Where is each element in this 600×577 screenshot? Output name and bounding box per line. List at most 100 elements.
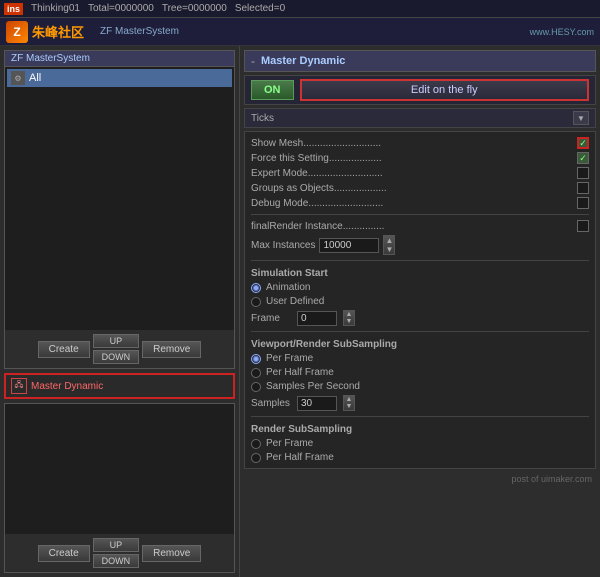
master-system-header: ZF MasterSystem bbox=[5, 51, 234, 67]
final-render-label: finalRender Instance............... bbox=[251, 221, 577, 232]
samples-per-second-radio-row: Samples Per Second bbox=[251, 380, 589, 393]
samples-per-second-radio[interactable] bbox=[251, 382, 261, 392]
expert-mode-row: Expert Mode........................... bbox=[251, 166, 589, 180]
total-label: Total=0000000 bbox=[88, 3, 154, 14]
expert-mode-checkbox[interactable] bbox=[577, 167, 589, 179]
groups-objects-checkbox[interactable] bbox=[577, 182, 589, 194]
frame-spinner[interactable]: ▲▼ bbox=[343, 310, 355, 326]
samples-row: Samples ▲▼ bbox=[251, 394, 589, 412]
samples-per-second-radio-label: Samples Per Second bbox=[266, 381, 360, 392]
per-frame-render-radio-row: Per Frame bbox=[251, 437, 589, 450]
down-button-bottom[interactable]: DOWN bbox=[93, 554, 140, 568]
community-bar: Z 朱峰社区 ZF MasterSystem www.HESY.com bbox=[0, 18, 600, 46]
ticks-label: Ticks bbox=[251, 113, 274, 124]
groups-objects-label: Groups as Objects................... bbox=[251, 183, 577, 194]
selected-item-icon: 🖧 bbox=[11, 378, 27, 394]
animation-radio-row: Animation bbox=[251, 281, 589, 294]
frame-label: Frame bbox=[251, 313, 291, 324]
right-panel-header: - Master Dynamic bbox=[244, 50, 596, 72]
debug-mode-label: Debug Mode........................... bbox=[251, 198, 577, 209]
per-frame-radio[interactable] bbox=[251, 354, 261, 364]
updown-stacked-bottom: UP DOWN bbox=[93, 538, 140, 568]
remove-button-top[interactable]: Remove bbox=[142, 341, 201, 358]
render-subsample-heading: Render SubSampling bbox=[251, 421, 589, 436]
remove-button-bottom[interactable]: Remove bbox=[142, 545, 201, 562]
expert-mode-label: Expert Mode........................... bbox=[251, 168, 577, 179]
community-site: www.HESY.com bbox=[530, 27, 594, 37]
community-name: 朱峰社区 bbox=[32, 22, 84, 41]
divider-1 bbox=[251, 214, 589, 215]
on-button[interactable]: ON bbox=[251, 80, 294, 100]
force-setting-row: Force this Setting................... bbox=[251, 151, 589, 165]
divider-2 bbox=[251, 260, 589, 261]
show-mesh-label: Show Mesh............................ bbox=[251, 138, 577, 149]
community-link-1[interactable]: ZF MasterSystem bbox=[100, 26, 179, 37]
max-instances-row: Max Instances ▲▼ bbox=[251, 234, 589, 256]
per-frame-radio-row: Per Frame bbox=[251, 352, 589, 365]
per-half-frame-render-radio-row: Per Half Frame bbox=[251, 451, 589, 464]
show-mesh-checkbox[interactable] bbox=[577, 137, 589, 149]
app-logo: ins bbox=[4, 3, 23, 15]
force-setting-checkbox[interactable] bbox=[577, 152, 589, 164]
master-system-title: ZF MasterSystem bbox=[11, 53, 90, 64]
per-half-frame-radio-label: Per Half Frame bbox=[266, 367, 334, 378]
per-half-frame-radio-row: Per Half Frame bbox=[251, 366, 589, 379]
edit-fly-button[interactable]: Edit on the fly bbox=[300, 79, 590, 101]
down-button-top[interactable]: DOWN bbox=[93, 350, 140, 364]
user-defined-radio[interactable] bbox=[251, 297, 261, 307]
max-instances-label: Max Instances bbox=[251, 240, 315, 251]
create-button-top[interactable]: Create bbox=[38, 341, 90, 358]
samples-spinner[interactable]: ▲▼ bbox=[343, 395, 355, 411]
user-defined-radio-row: User Defined bbox=[251, 295, 589, 308]
collapse-button[interactable]: - bbox=[251, 54, 255, 68]
left-panel: ZF MasterSystem ⚙ All Create UP DOWN Rem… bbox=[0, 46, 240, 577]
per-half-frame-render-radio[interactable] bbox=[251, 453, 261, 463]
top-button-row: Create UP DOWN Remove bbox=[5, 330, 234, 368]
show-mesh-row: Show Mesh............................ bbox=[251, 136, 589, 150]
selected-item-panel: 🖧 Master Dynamic bbox=[4, 373, 235, 399]
per-frame-render-radio-label: Per Frame bbox=[266, 438, 313, 449]
animation-radio-label: Animation bbox=[266, 282, 310, 293]
ticks-dropdown[interactable]: ▼ bbox=[573, 111, 589, 125]
per-frame-render-radio[interactable] bbox=[251, 439, 261, 449]
force-setting-label: Force this Setting................... bbox=[251, 153, 577, 164]
simulation-start-heading: Simulation Start bbox=[251, 265, 589, 280]
max-instances-input[interactable] bbox=[319, 238, 379, 253]
tree-item-all[interactable]: ⚙ All bbox=[7, 69, 232, 87]
final-render-checkbox[interactable] bbox=[577, 220, 589, 232]
bottom-button-row: Create UP DOWN Remove bbox=[5, 534, 234, 572]
on-fly-row: ON Edit on the fly bbox=[244, 75, 596, 105]
right-panel-title: Master Dynamic bbox=[261, 55, 345, 67]
main-layout: ZF MasterSystem ⚙ All Create UP DOWN Rem… bbox=[0, 46, 600, 577]
right-panel: - Master Dynamic ON Edit on the fly Tick… bbox=[240, 46, 600, 577]
master-system-section: ZF MasterSystem ⚙ All Create UP DOWN Rem… bbox=[4, 50, 235, 369]
bottom-list bbox=[5, 404, 234, 534]
final-render-row: finalRender Instance............... bbox=[251, 219, 589, 233]
up-button-bottom[interactable]: UP bbox=[93, 538, 140, 552]
user-defined-radio-label: User Defined bbox=[266, 296, 324, 307]
up-button-top[interactable]: UP bbox=[93, 334, 140, 348]
tree-label: Tree=0000000 bbox=[162, 3, 227, 14]
community-logo: Z 朱峰社区 bbox=[6, 21, 84, 43]
debug-mode-checkbox[interactable] bbox=[577, 197, 589, 209]
per-half-frame-radio[interactable] bbox=[251, 368, 261, 378]
frame-input[interactable] bbox=[297, 311, 337, 326]
debug-mode-row: Debug Mode........................... bbox=[251, 196, 589, 210]
frame-row: Frame ▲▼ bbox=[251, 309, 589, 327]
samples-input[interactable] bbox=[297, 396, 337, 411]
app-title: Thinking01 bbox=[31, 3, 80, 14]
post-watermark: post of uimaker.com bbox=[244, 472, 596, 486]
animation-radio[interactable] bbox=[251, 283, 261, 293]
community-links: ZF MasterSystem bbox=[100, 26, 179, 37]
per-frame-radio-label: Per Frame bbox=[266, 353, 313, 364]
logo-icon: Z bbox=[6, 21, 28, 43]
samples-label: Samples bbox=[251, 398, 291, 409]
selected-item-name: Master Dynamic bbox=[31, 381, 103, 392]
top-bar: ins Thinking01 Total=0000000 Tree=000000… bbox=[0, 0, 600, 18]
per-half-frame-render-radio-label: Per Half Frame bbox=[266, 452, 334, 463]
max-instances-spinner[interactable]: ▲▼ bbox=[383, 235, 395, 255]
groups-objects-row: Groups as Objects................... bbox=[251, 181, 589, 195]
ticks-row: Ticks ▼ bbox=[244, 108, 596, 128]
create-button-bottom[interactable]: Create bbox=[38, 545, 90, 562]
gear-icon: ⚙ bbox=[11, 71, 25, 85]
